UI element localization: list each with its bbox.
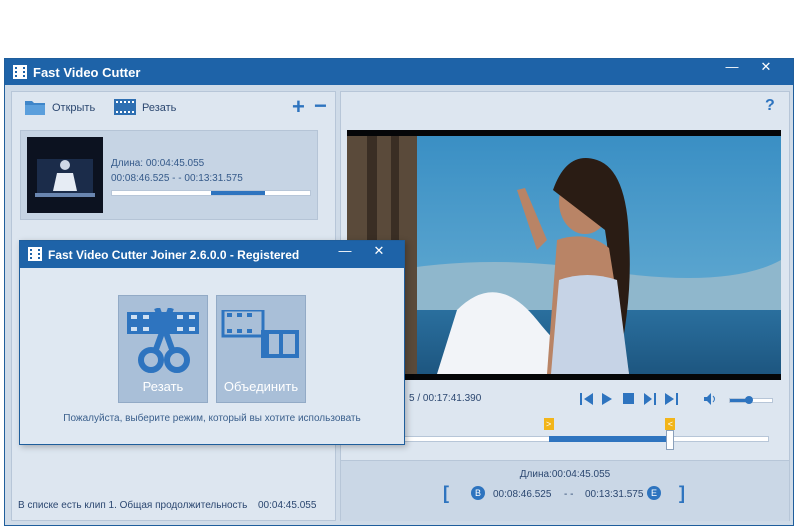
title-bar: Fast Video Cutter — ✕ [5,59,793,85]
dialog-hint: Пожалуйста, выберите режим, который вы х… [63,413,361,424]
volume-icon[interactable] [703,392,717,406]
mode-dialog: Fast Video Cutter Joiner 2.6.0.0 - Regis… [19,240,405,445]
clip-progress-fill [211,191,266,195]
film-icon [28,247,42,261]
film-icon [13,65,27,79]
status-text: В списке есть клип 1. Общая продолжитель… [18,500,248,511]
bracket-close: ] [679,483,685,503]
selection-separator: - - [564,489,574,500]
playhead-handle[interactable] [666,430,675,450]
clip-progress-bar [111,190,311,196]
selection-range [548,436,671,442]
film-cut-icon[interactable] [114,99,136,115]
toolbar: Открыть Резать + − [12,92,335,122]
time-readout: 5 / 00:17:41.390 [409,393,482,404]
join-mode-label: Объединить [223,379,299,394]
minimize-button[interactable]: — [715,59,749,76]
playback-controls: 5 / 00:17:41.390 [347,388,781,412]
bracket-open: [ [443,483,449,503]
end-marker[interactable]: < [665,418,676,430]
help-button[interactable]: ? [765,97,775,115]
set-start-button[interactable]: B [471,486,485,500]
remove-clip-button[interactable]: − [314,93,327,119]
dialog-close-button[interactable]: ✕ [362,243,396,260]
prev-frame-icon[interactable] [579,392,593,406]
clip-range: 00:08:46.525 - - 00:13:31.575 [111,173,243,184]
video-preview [347,130,781,380]
video-frame-image [347,130,781,380]
set-end-button[interactable]: E [647,486,661,500]
thumbnail-image [27,137,103,213]
player-panel: ? 5 / 00:17:41.390 > < Длина:00:04:45.05… [340,91,790,521]
cut-mode-button[interactable]: Резать [118,295,208,403]
clip-item[interactable]: Длина: 00:04:45.055 00:08:46.525 - - 00:… [20,130,318,220]
dialog-title: Fast Video Cutter Joiner 2.6.0.0 - Regis… [48,248,300,262]
play-icon[interactable] [601,392,613,406]
start-marker[interactable]: > [543,418,554,430]
play-step-icon[interactable] [643,392,657,406]
stop-icon[interactable] [623,393,634,404]
cut-mode-label: Резать [142,379,184,394]
status-bar: В списке есть клип 1. Общая продолжитель… [12,492,335,520]
volume-knob[interactable] [744,396,753,404]
selection-end: 00:13:31.575 [585,489,644,500]
add-clip-button[interactable]: + [292,94,305,120]
join-mode-button[interactable]: Объединить [216,295,306,403]
volume-slider[interactable] [729,396,773,404]
next-frame-icon[interactable] [665,392,679,406]
scissors-film-icon [127,308,199,373]
cut-button[interactable]: Резать [142,102,176,114]
clip-thumbnail [27,137,103,213]
timeline[interactable]: > < [347,418,781,458]
selection-start: 00:08:46.525 [493,489,552,500]
join-film-icon [221,310,299,358]
open-button[interactable]: Открыть [52,102,95,114]
total-duration: 00:04:45.055 [258,500,317,511]
close-button[interactable]: ✕ [749,59,783,76]
selection-length: Длина:00:04:45.055 [519,469,611,480]
dialog-title-bar: Fast Video Cutter Joiner 2.6.0.0 - Regis… [20,241,404,268]
window-title: Fast Video Cutter [33,65,141,80]
dialog-minimize-button[interactable]: — [328,243,362,260]
clip-length: Длина: 00:04:45.055 [111,158,205,169]
folder-icon[interactable] [24,98,46,116]
selection-info: Длина:00:04:45.055 [ B 00:08:46.525 - - … [341,460,789,521]
